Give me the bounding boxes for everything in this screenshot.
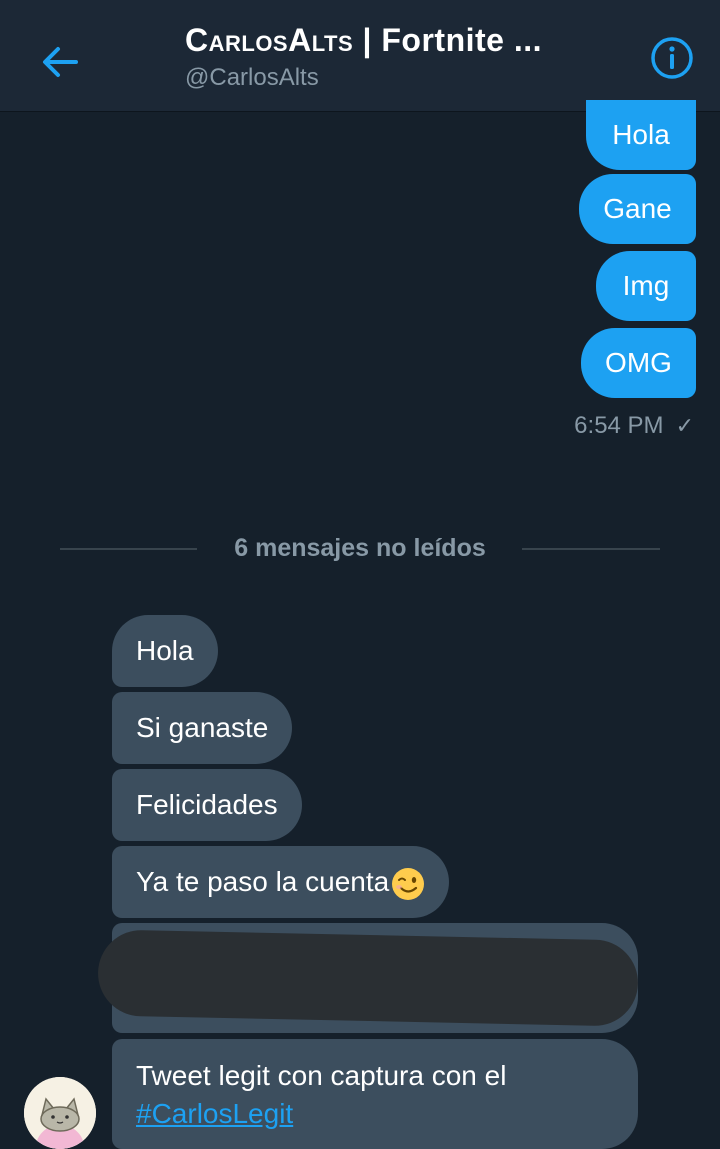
redaction-mark (97, 929, 639, 1027)
redacted-message[interactable] (97, 923, 639, 1033)
incoming-message[interactable]: Felicidades (112, 769, 302, 841)
info-button[interactable] (648, 34, 696, 82)
incoming-message[interactable]: Ya te paso la cuenta (112, 846, 450, 918)
message-timestamp: 6:54 PM ✓ (574, 412, 694, 440)
timestamp-text: 6:54 PM (574, 412, 664, 439)
arrow-left-icon (43, 47, 78, 77)
title-brand: CarlosAlts (185, 22, 354, 58)
cat-avatar-icon (24, 1077, 96, 1149)
back-button[interactable] (36, 38, 84, 86)
message-text: Tweet legit con captura con el (136, 1060, 507, 1091)
info-circle-icon (651, 37, 693, 79)
outgoing-message[interactable]: Hola (586, 100, 696, 170)
incoming-message[interactable]: Hola (112, 615, 218, 687)
outgoing-message[interactable]: Gane (579, 174, 696, 244)
title-rest: | Fortnite ... (353, 22, 543, 58)
divider-line-right (522, 548, 660, 550)
avatar[interactable] (24, 1077, 96, 1149)
hashtag-link[interactable]: #CarlosLegit (136, 1095, 614, 1133)
conversation-title: CarlosAlts | Fortnite ... (185, 22, 605, 59)
outgoing-message[interactable]: Img (596, 251, 696, 321)
winking-face-icon (392, 867, 425, 900)
incoming-message[interactable]: Tweet legit con captura con el #CarlosLe… (112, 1039, 638, 1149)
chat-header: CarlosAlts | Fortnite ... @CarlosAlts (0, 0, 720, 112)
incoming-message[interactable]: Si ganaste (112, 692, 293, 764)
message-text: Ya te paso la cuenta (136, 866, 390, 897)
outgoing-message[interactable]: OMG (581, 328, 696, 398)
user-handle: @CarlosAlts (185, 64, 319, 91)
checkmark-icon: ✓ (675, 413, 694, 438)
